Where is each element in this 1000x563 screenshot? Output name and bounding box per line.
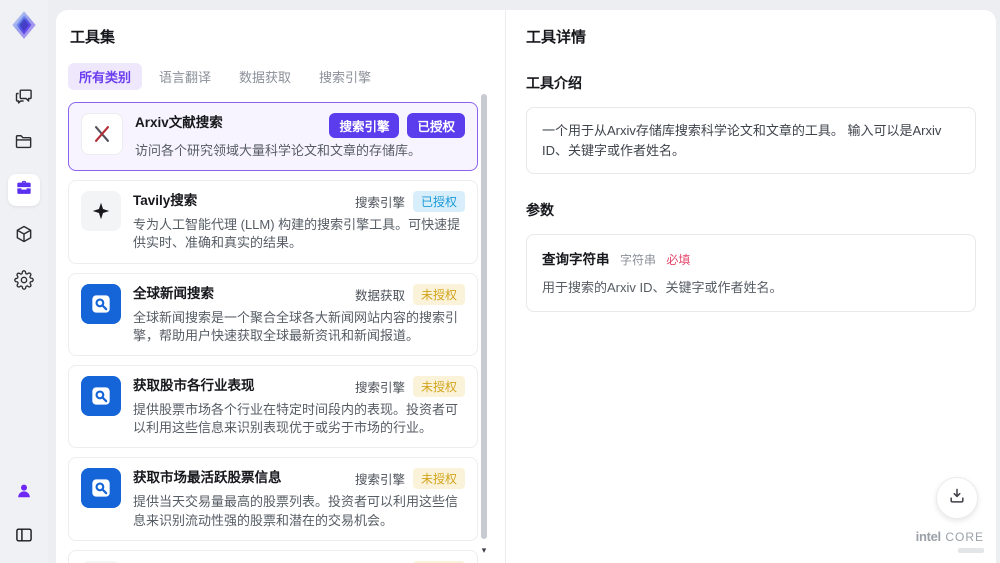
- params-heading: 参数: [526, 202, 554, 218]
- param-header-row: 查询字符串 字符串 必填: [542, 248, 960, 269]
- status-badge: 未授权: [412, 375, 465, 397]
- tool-description: 提供当天交易量最高的股票列表。投资者可以利用这些信息来识别流动性强的股票和潜在的…: [133, 494, 459, 528]
- download-button[interactable]: [936, 477, 978, 519]
- tool-card-list: Arxiv文献搜索 搜索引擎 已授权 访问各个研究领域大量科学论文和文章的存储库…: [68, 102, 478, 563]
- param-type: 字符串: [619, 253, 656, 267]
- tool-name: Tavily搜索: [133, 193, 198, 209]
- search-icon: [81, 468, 121, 509]
- param-box: 查询字符串 字符串 必填 用于搜索的Arxiv ID、关键字或作者姓名。: [526, 234, 976, 312]
- brand-intel: intel: [915, 529, 942, 544]
- toolbox-icon: [14, 178, 34, 203]
- panel-layout-icon: [14, 525, 34, 550]
- intro-text: 一个用于从Arxiv存储库搜索科学论文和文章的工具。 输入可以是Arxiv ID…: [542, 123, 942, 158]
- tool-description: 提供股票市场各个行业在特定时间段内的表现。投资者可以利用这些信息来识别表现优于或…: [133, 401, 459, 436]
- tool-name: 获取股市各行业表现: [133, 377, 255, 393]
- tools-list-pane: 工具集 所有类别 语言翻译 数据获取 搜索引擎 Arxiv文献搜索 搜索引擎 已…: [56, 10, 505, 563]
- details-title: 工具详情: [526, 29, 587, 46]
- list-scrollbar[interactable]: [481, 94, 487, 539]
- app-logo[interactable]: [7, 8, 41, 42]
- scroll-down-arrow[interactable]: ▾: [479, 545, 489, 555]
- category-badge: 搜索引擎: [329, 113, 400, 138]
- status-badge: 已授权: [412, 191, 465, 213]
- brand-core: CORE: [945, 530, 984, 544]
- tab-data-acquisition[interactable]: 数据获取: [228, 63, 302, 90]
- download-icon: [947, 486, 967, 511]
- category-label: 搜索引擎: [354, 380, 405, 395]
- page-title: 工具集: [70, 29, 116, 46]
- sidebar-item-chat[interactable]: [8, 82, 40, 114]
- category-label: 数据获取: [354, 288, 405, 303]
- status-badge: 未授权: [412, 468, 465, 490]
- tool-description: 访问各个研究领域大量科学论文和文章的存储库。: [135, 143, 422, 158]
- sidebar-bottom: [8, 477, 40, 553]
- category-tabs: 所有类别 语言翻译 数据获取 搜索引擎: [68, 63, 505, 90]
- tab-search-engine[interactable]: 搜索引擎: [308, 63, 382, 90]
- tool-description: 专为人工智能代理 (LLM) 构建的搜索引擎工具。可快速提供实时、准确和真实的结…: [133, 217, 461, 251]
- tool-card-active-stocks[interactable]: 获取市场最活跃股票信息 搜索引擎 未授权 提供当天交易量最高的股票列表。投资者可…: [68, 457, 478, 541]
- param-name: 查询字符串: [542, 252, 610, 267]
- search-icon: [81, 283, 121, 324]
- tool-card-regional-news[interactable]: 万维地区新闻查询 搜索引擎 未授权 查询具体行政区划内的新闻，快速了解各地新闻动: [68, 549, 478, 563]
- tool-description: 全球新闻搜索是一个聚合全球各大新闻网站内容的搜索引擎，帮助用户快速获取全球最新资…: [133, 309, 459, 343]
- tool-name: Arxiv文献搜索: [135, 115, 223, 130]
- cube-icon: [14, 224, 34, 249]
- tab-language-translation[interactable]: 语言翻译: [148, 63, 222, 90]
- sidebar-item-settings[interactable]: [8, 266, 40, 298]
- sidebar-nav: [8, 82, 40, 298]
- user-avatar[interactable]: [8, 477, 40, 509]
- tool-card-global-news[interactable]: 全球新闻搜索 数据获取 未授权 全球新闻搜索是一个聚合全球各大新闻网站内容的搜索…: [68, 272, 478, 356]
- app-window: 工具集 所有类别 语言翻译 数据获取 搜索引擎 Arxiv文献搜索 搜索引擎 已…: [0, 0, 1000, 563]
- status-badge: 未授权: [412, 283, 465, 305]
- status-badge: 已授权: [407, 113, 465, 138]
- brand-sub-badge: [958, 548, 984, 553]
- folder-icon: [14, 132, 34, 157]
- left-sidebar: [0, 0, 48, 563]
- tool-card-sector-performance[interactable]: 获取股市各行业表现 搜索引擎 未授权 提供股票市场各个行业在特定时间段内的表现。…: [68, 364, 478, 449]
- tool-name: 全球新闻搜索: [133, 285, 214, 301]
- chat-icon: [14, 86, 34, 111]
- content-shell: 工具集 所有类别 语言翻译 数据获取 搜索引擎 Arxiv文献搜索 搜索引擎 已…: [56, 10, 996, 563]
- tool-name: 获取市场最活跃股票信息: [133, 470, 282, 486]
- sidebar-item-files[interactable]: [8, 128, 40, 160]
- tool-card-tavily[interactable]: Tavily搜索 搜索引擎 已授权 专为人工智能代理 (LLM) 构建的搜索引擎…: [68, 180, 478, 264]
- param-description: 用于搜索的Arxiv ID、关键字或作者姓名。: [542, 280, 783, 295]
- collapse-panel-button[interactable]: [8, 521, 40, 553]
- param-required-badge: 必填: [666, 253, 691, 267]
- tool-card-arxiv[interactable]: Arxiv文献搜索 搜索引擎 已授权 访问各个研究领域大量科学论文和文章的存储库…: [68, 102, 478, 172]
- sparkle-icon: [81, 191, 121, 232]
- person-icon: [14, 481, 34, 506]
- search-icon: [81, 375, 121, 416]
- sidebar-item-models[interactable]: [8, 220, 40, 252]
- gear-icon: [14, 269, 34, 295]
- category-label: 搜索引擎: [354, 473, 405, 488]
- intel-core-logo: intel CORE: [916, 528, 984, 553]
- tool-details-pane: 工具详情 工具介绍 一个用于从Arxiv存储库搜索科学论文和文章的工具。 输入可…: [505, 10, 996, 563]
- intro-heading: 工具介绍: [526, 75, 582, 91]
- intro-box: 一个用于从Arxiv存储库搜索科学论文和文章的工具。 输入可以是Arxiv ID…: [526, 107, 976, 174]
- arxiv-icon: [81, 113, 123, 155]
- sidebar-item-tools[interactable]: [8, 174, 40, 206]
- category-label: 搜索引擎: [354, 196, 405, 211]
- tab-all-categories[interactable]: 所有类别: [68, 63, 143, 90]
